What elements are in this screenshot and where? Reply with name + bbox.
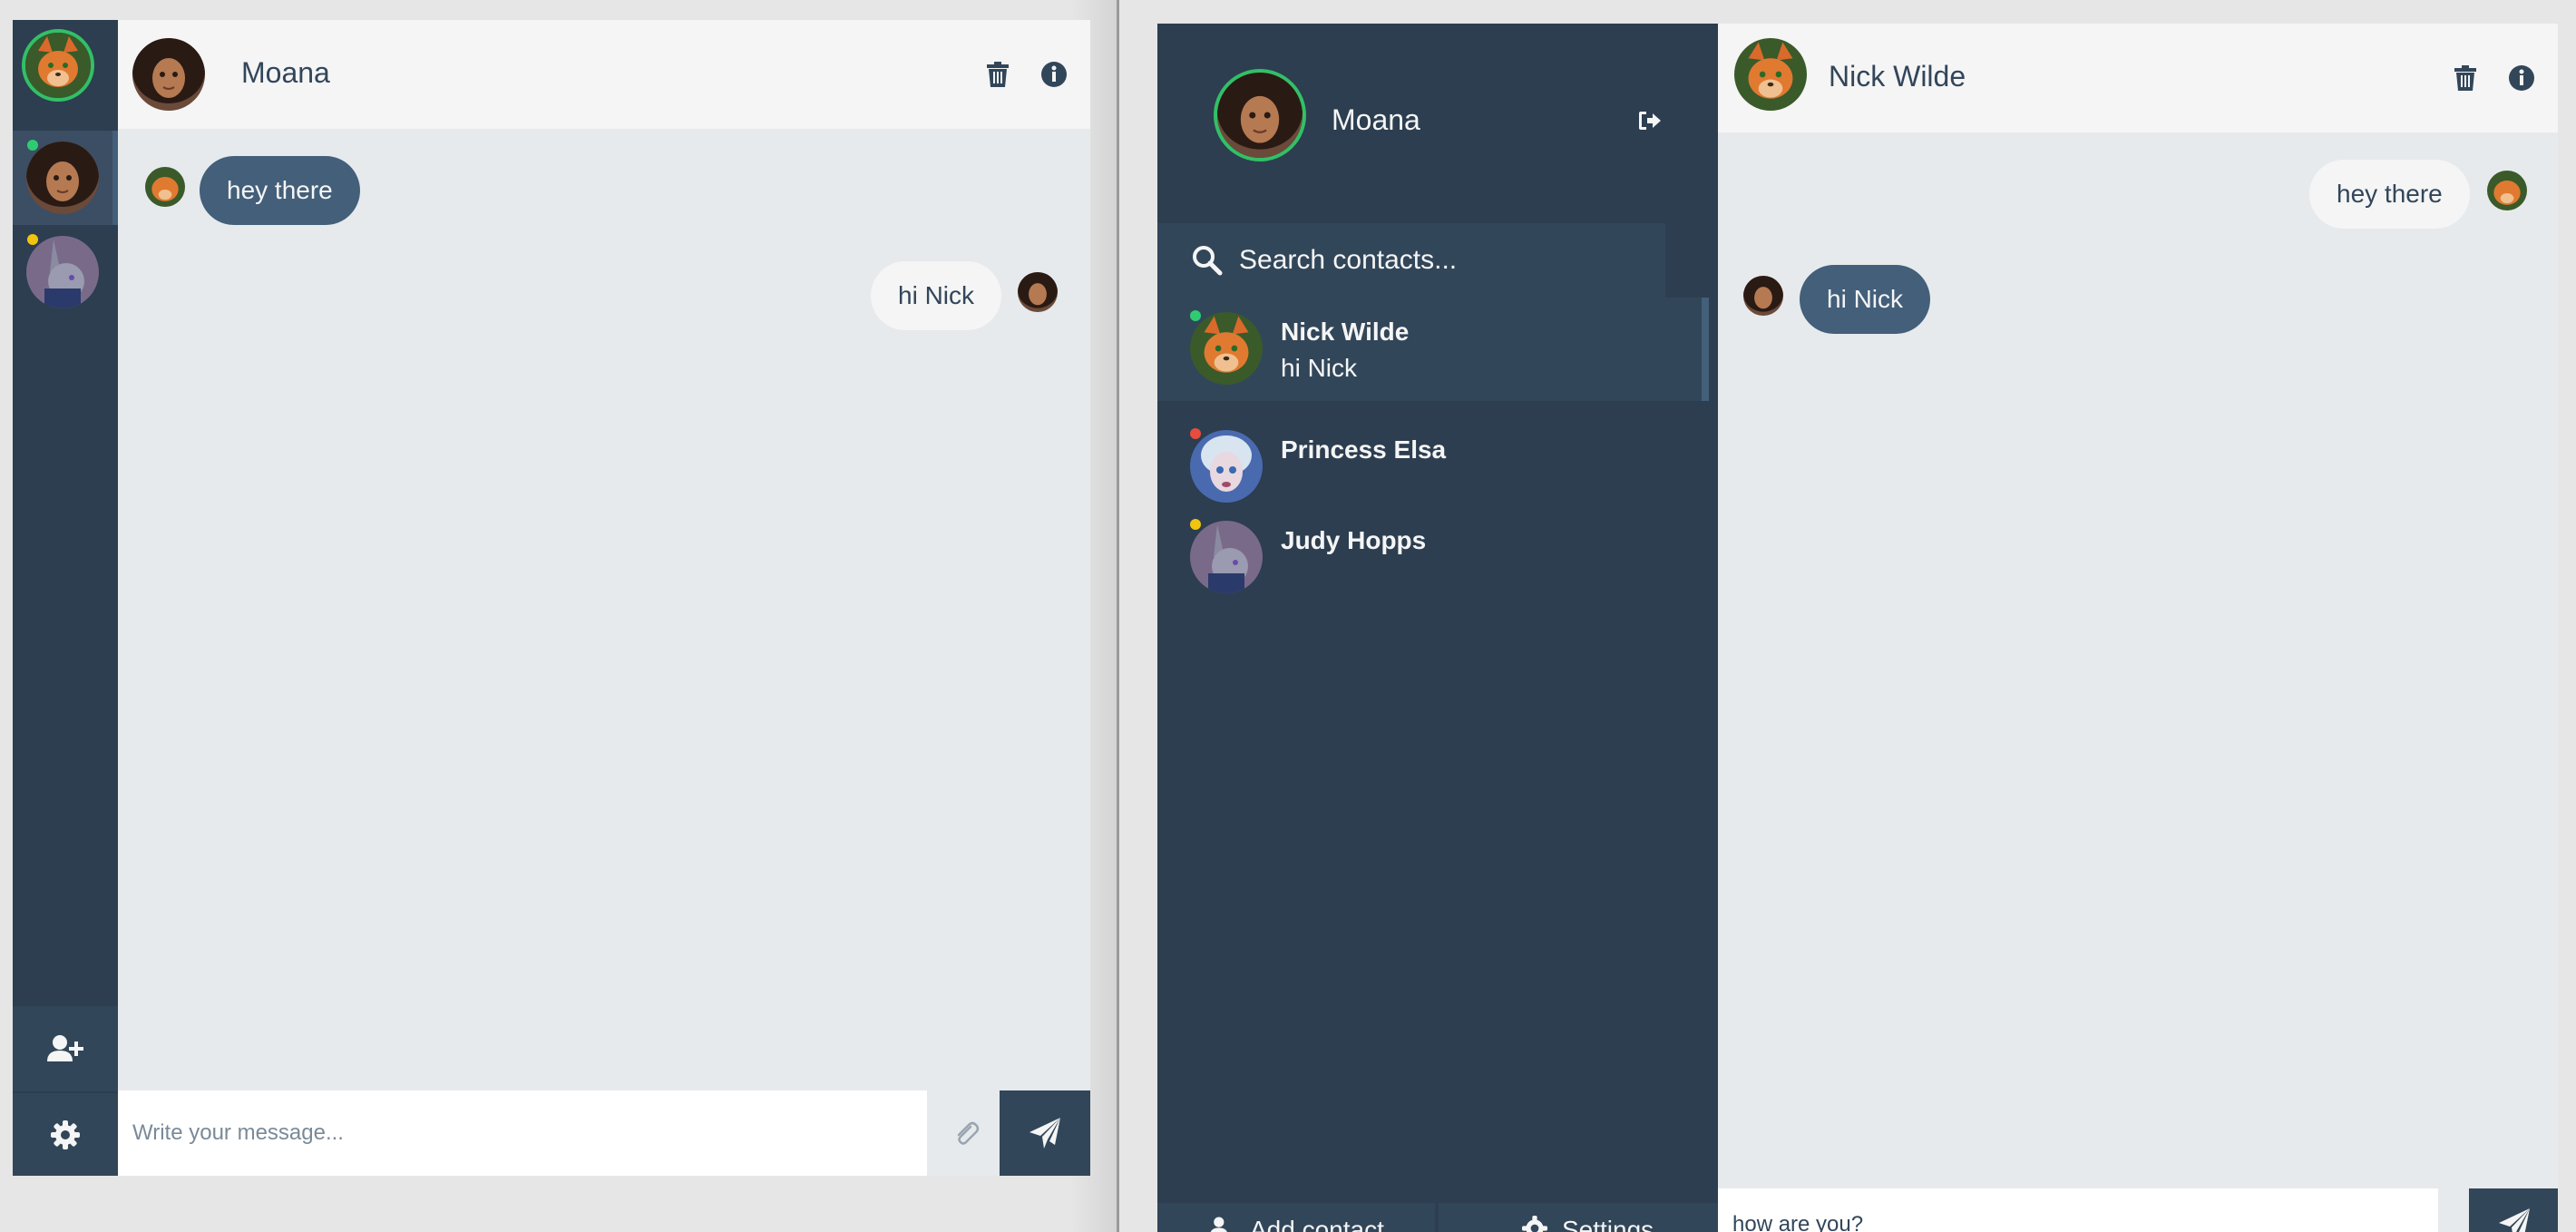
nick-wilde-avatar-icon <box>25 33 91 98</box>
contact-preview: hi Nick <box>1281 354 1358 382</box>
message-received: hey there <box>200 156 360 225</box>
add-contact-icon <box>1210 1216 1235 1232</box>
my-avatar[interactable] <box>22 29 94 102</box>
moana-avatar <box>26 142 99 214</box>
message-sent: hey there <box>2309 160 2470 229</box>
nick-wilde-avatar-icon <box>1190 312 1263 385</box>
trash-icon <box>987 62 1009 87</box>
nick-wilde-avatar <box>1190 312 1263 385</box>
logout-icon <box>1639 112 1661 130</box>
sender-avatar <box>1743 276 1783 316</box>
settings-button[interactable]: Settings <box>1439 1203 1718 1232</box>
settings-button[interactable] <box>13 1093 118 1176</box>
contact-name: Princess Elsa <box>1281 435 1447 464</box>
profile-name: Moana <box>1332 103 1420 136</box>
contact-avatar <box>1734 38 1807 111</box>
search-box <box>1157 223 1665 298</box>
sender-avatar <box>145 167 185 207</box>
info-button[interactable] <box>2505 62 2538 94</box>
window-divider <box>1117 0 1119 1232</box>
contact-name: Judy Hopps <box>1281 526 1427 554</box>
princess-elsa-avatar-icon <box>1190 430 1263 503</box>
contact-name: Moana <box>241 56 330 89</box>
my-message-avatar <box>1018 272 1058 312</box>
contact-name: Nick Wilde <box>1829 60 1966 93</box>
moana-avatar-icon <box>1018 272 1058 312</box>
send-button[interactable] <box>1000 1090 1090 1176</box>
moana-avatar-icon <box>1743 276 1783 316</box>
right-chat-window: Moana Search contacts... Nick Wilde hi N… <box>1157 24 2558 1232</box>
judy-hopps-avatar <box>26 236 99 308</box>
contact-avatar <box>132 38 205 111</box>
contact-item-judy-hopps[interactable]: Judy Hopps <box>1157 506 1709 610</box>
chat-header: Nick Wilde <box>1718 24 2558 132</box>
info-icon <box>2509 65 2534 91</box>
moana-avatar-icon <box>132 38 205 111</box>
logout-button[interactable] <box>1636 107 1664 134</box>
away-status-dot <box>1190 519 1201 530</box>
online-status-dot <box>27 140 38 151</box>
delete-chat-button[interactable] <box>981 58 1014 91</box>
send-icon <box>2499 1208 2530 1232</box>
contact-name: Nick Wilde <box>1281 318 1410 346</box>
nick-wilde-avatar-icon <box>1734 38 1807 111</box>
judy-hopps-avatar <box>1190 521 1263 593</box>
busy-status-dot <box>1190 428 1201 439</box>
collapsed-sidebar <box>13 20 118 1176</box>
moana-avatar-icon <box>1217 73 1303 158</box>
contact-item-nick-wilde[interactable]: Nick Wilde hi Nick <box>1157 298 1709 401</box>
info-icon <box>1041 62 1067 87</box>
settings-icon <box>1522 1216 1547 1232</box>
message-received: hi Nick <box>1800 265 1931 334</box>
attach-button[interactable] <box>927 1090 1005 1176</box>
sidepanel: Moana Search contacts... Nick Wilde hi N… <box>1157 24 1718 1232</box>
add-contact-label: Add contact <box>1250 1216 1384 1232</box>
nick-wilde-avatar-icon <box>2487 171 2527 210</box>
message-input[interactable] <box>1718 1188 2438 1232</box>
settings-label: Settings <box>1562 1216 1654 1232</box>
sidepanel-bottom-bar: Add contact Settings <box>1157 1203 1718 1232</box>
chat-header: Moana <box>118 20 1090 129</box>
add-contact-icon <box>47 1035 83 1061</box>
judy-hopps-avatar-icon <box>1190 521 1263 593</box>
my-message-avatar <box>2487 171 2527 210</box>
message-input[interactable] <box>118 1090 927 1176</box>
rail-contact-judy-hopps[interactable] <box>13 225 118 319</box>
princess-elsa-avatar <box>1190 430 1263 503</box>
delete-chat-button[interactable] <box>2449 62 2482 94</box>
paperclip-icon <box>957 1121 980 1145</box>
contact-item-princess-elsa[interactable]: Princess Elsa <box>1157 416 1709 519</box>
add-contact-button[interactable]: Add contact <box>1157 1203 1435 1232</box>
info-button[interactable] <box>1038 58 1070 91</box>
profile-avatar[interactable] <box>1214 69 1306 161</box>
send-button[interactable] <box>2469 1188 2558 1232</box>
online-status-dot <box>1190 310 1201 321</box>
settings-icon <box>51 1120 80 1149</box>
send-icon <box>1029 1118 1060 1149</box>
scrollbar-track <box>1671 223 1718 298</box>
search-icon <box>1193 246 1223 276</box>
moana-avatar-icon <box>26 142 99 214</box>
trash-icon <box>2454 65 2476 91</box>
message-sent: hi Nick <box>871 261 1002 330</box>
search-input[interactable] <box>1239 223 1656 298</box>
away-status-dot <box>27 234 38 245</box>
add-contact-button[interactable] <box>13 1006 118 1091</box>
nick-wilde-avatar-icon <box>145 167 185 207</box>
rail-contact-moana[interactable] <box>13 131 118 225</box>
judy-hopps-avatar-icon <box>26 236 99 308</box>
left-chat-window: Moana hey there hi Nick Write your messa… <box>13 20 1090 1176</box>
